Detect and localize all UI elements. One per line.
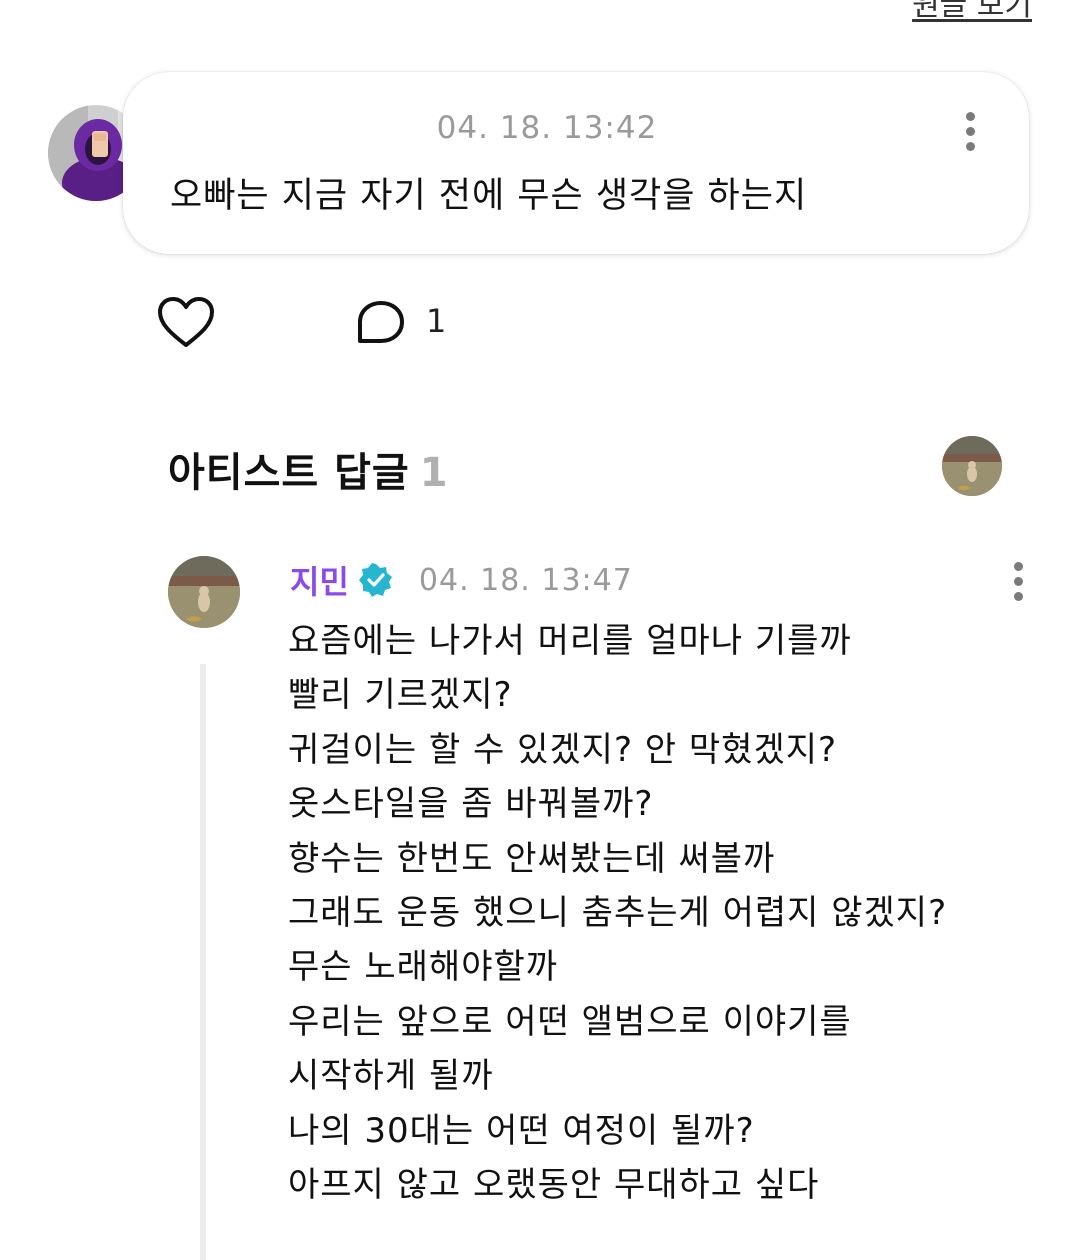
reply-line: 향수는 한번도 안써봤는데 써볼까	[288, 838, 776, 879]
post-more-icon[interactable]	[964, 112, 976, 151]
dog-photo-avatar	[942, 436, 1002, 496]
reply-line: 귀걸이는 할 수 있겠지? 안 막혔겠지?	[288, 729, 838, 770]
reply-line: 나의 30대는 어떤 여정이 될까?	[288, 1110, 755, 1151]
heart-outline-icon	[158, 297, 214, 347]
post-text: 오빠는 지금 자기 전에 무슨 생각을 하는지	[170, 176, 808, 216]
reply-header: 지민 04. 18. 13:47	[290, 558, 633, 602]
speech-bubble-icon	[358, 301, 404, 343]
reply-body: 요즘에는 나가서 머리를 얼마나 기를까 빨리 기르겠지? 귀걸이는 할 수 있…	[288, 614, 947, 1212]
comment-count: 1	[426, 302, 447, 340]
verified-badge-icon	[358, 563, 392, 597]
reply-timestamp: 04. 18. 13:47	[418, 562, 633, 598]
reply-line: 시작하게 될까	[288, 1056, 494, 1097]
like-button[interactable]	[157, 296, 215, 350]
fan-post-card: 04. 18. 13:42 오빠는 지금 자기 전에 무슨 생각을 하는지	[123, 72, 1029, 254]
reply-line: 무슨 노래해야할까	[288, 947, 559, 988]
reply-line: 우리는 앞으로 어떤 앨범으로 이야기를	[288, 1001, 852, 1042]
reply-line: 요즘에는 나가서 머리를 얼마나 기를까	[288, 621, 852, 661]
artist-replies-label: 아티스트 답글	[168, 450, 410, 496]
reply-line: 빨리 기르겠지?	[288, 675, 513, 716]
artist-avatar[interactable]	[168, 556, 240, 628]
post-timestamp: 04. 18. 13:42	[436, 110, 658, 146]
reply-line: 옷스타일을 좀 바꿔볼까?	[288, 784, 654, 825]
artist-avatar-small[interactable]	[942, 436, 1002, 496]
comment-detail-page: 원글 보기 04. 18. 13:42 오빠는 지금 자기 전에 무슨 생각을 …	[0, 0, 1080, 1260]
view-original-link[interactable]: 원글 보기	[912, 0, 1032, 26]
artist-name[interactable]: 지민	[290, 557, 349, 603]
comment-button[interactable]	[356, 300, 406, 346]
reply-line: 그래도 운동 했으니 춤추는게 어렵지 않겠지?	[288, 893, 948, 934]
reply-more-icon[interactable]	[1012, 562, 1024, 601]
reply-line: 아프지 않고 오랬동안 무대하고 싶다	[288, 1165, 820, 1206]
reply-thread-line	[200, 664, 206, 1260]
artist-replies-title: 아티스트 답글 1	[168, 440, 449, 498]
dog-photo-avatar	[168, 556, 240, 628]
artist-replies-count: 1	[419, 450, 449, 496]
